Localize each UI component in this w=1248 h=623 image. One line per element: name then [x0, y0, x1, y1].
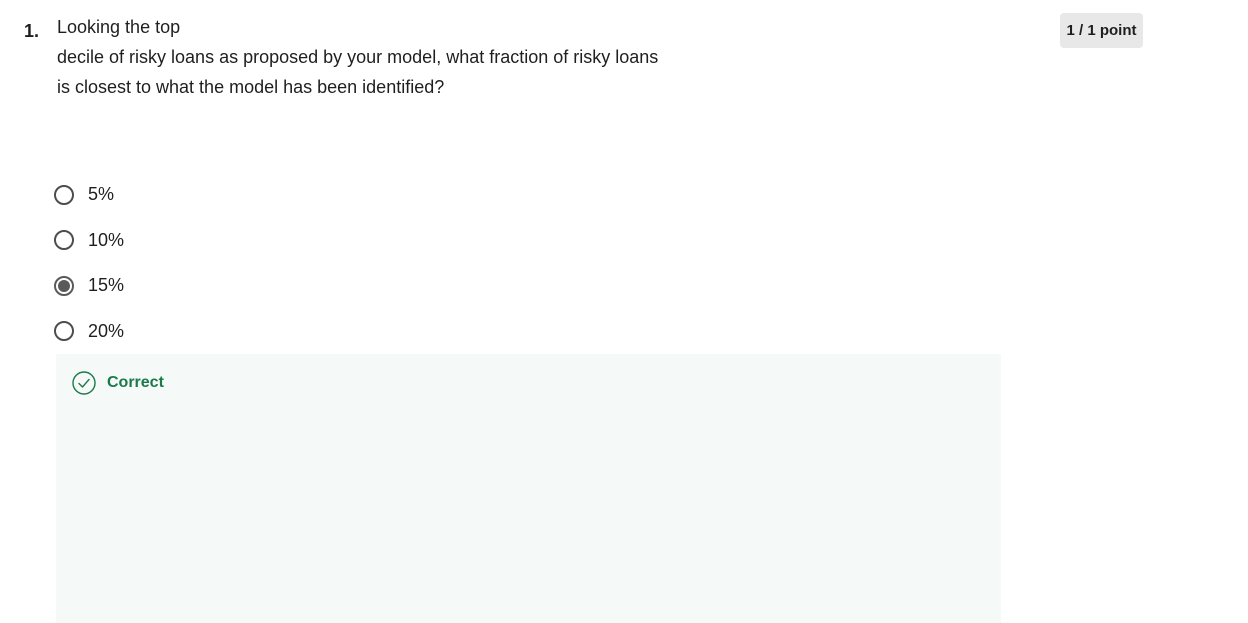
check-circle-icon	[72, 371, 96, 395]
question-text: Looking the top decile of risky loans as…	[57, 12, 697, 102]
question-line: Looking the top	[57, 17, 181, 37]
radio-button[interactable]	[54, 321, 74, 342]
question-line: is closest to what the model has been id…	[57, 77, 445, 97]
radio-button[interactable]	[54, 184, 74, 205]
answer-option-5[interactable]: 5%	[54, 172, 124, 218]
option-label: 5%	[88, 184, 115, 205]
feedback-panel: Correct	[56, 354, 1001, 623]
answer-options: 5% 10% 15% 20%	[54, 172, 124, 354]
radio-button-selected[interactable]	[54, 275, 74, 296]
feedback-status: Correct	[107, 374, 164, 391]
answer-option-15[interactable]: 15%	[54, 263, 124, 309]
answer-option-20[interactable]: 20%	[54, 309, 124, 355]
question-line: decile of risky loans as proposed by you…	[57, 47, 659, 67]
score-badge: 1 / 1 point	[1060, 13, 1143, 48]
radio-button[interactable]	[54, 230, 74, 251]
feedback-header: Correct	[72, 371, 164, 395]
option-label: 20%	[88, 320, 125, 341]
answer-option-10[interactable]: 10%	[54, 218, 124, 264]
option-label: 15%	[88, 275, 125, 296]
option-label: 10%	[88, 229, 125, 250]
radio-selected-dot	[58, 279, 70, 292]
question-number: 1.	[24, 21, 40, 41]
